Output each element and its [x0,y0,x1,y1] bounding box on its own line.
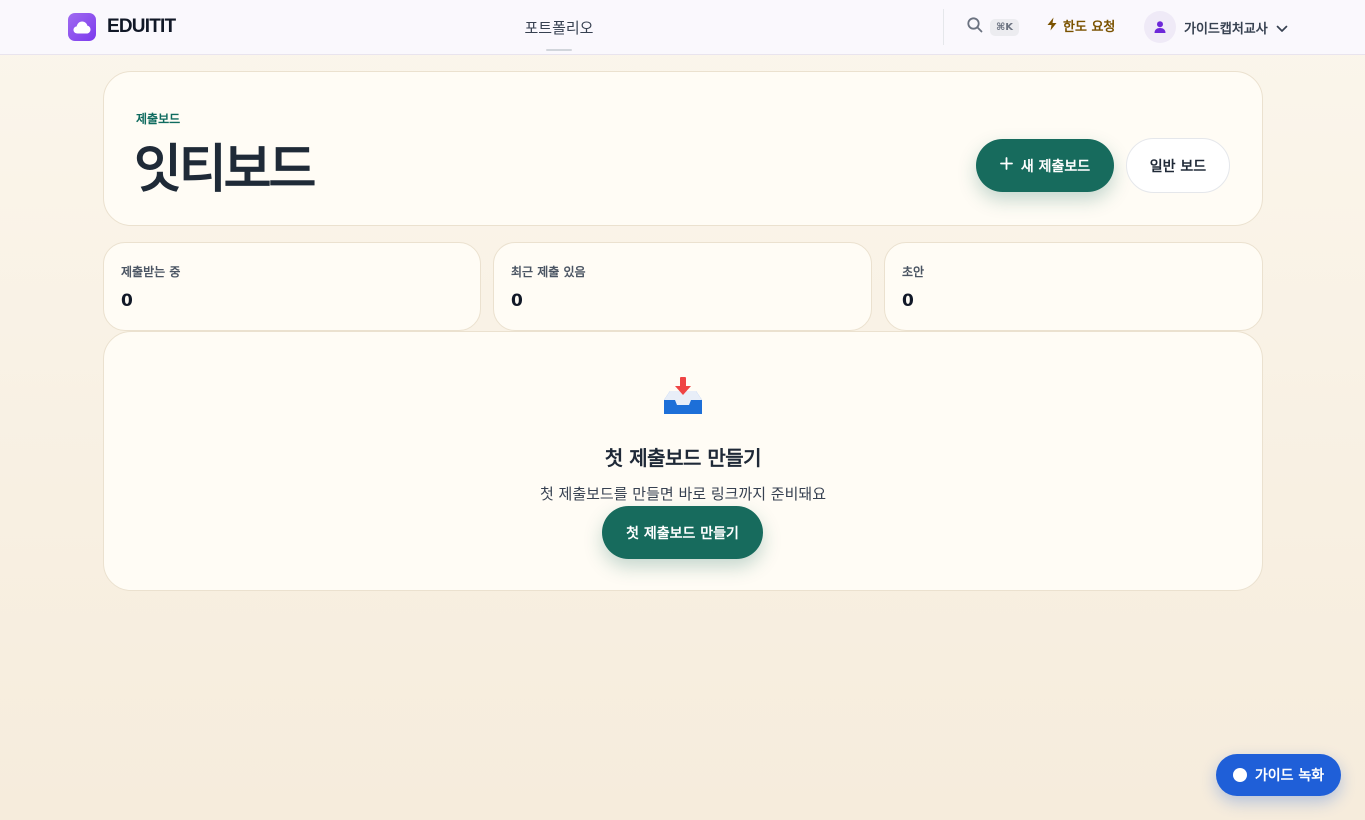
avatar [1144,11,1176,43]
user-icon [1154,21,1166,33]
new-submission-board-label: 새 제출보드 [1020,158,1091,175]
chevron-down-icon [1276,18,1288,37]
lightning-icon [1046,17,1058,35]
tab-indicator [546,49,572,51]
create-first-board-label: 첫 제출보드 만들기 [626,525,739,542]
guide-record-button[interactable]: 가이드 녹화 [1216,754,1341,796]
top-navigation-bar: EDUITIT 포트폴리오 ⌘K 한도 요청 가이드캡처교사 [0,0,1365,55]
empty-state-title: 첫 제출보드 만들기 [604,446,762,470]
cloud-logo-icon [68,13,96,41]
tab-portfolio[interactable]: 포트폴리오 [510,0,608,54]
new-submission-board-button[interactable]: 새 제출보드 [976,139,1114,192]
search-button[interactable]: ⌘K [966,16,1020,38]
logo[interactable]: EDUITIT [68,13,176,41]
stat-label: 제출받는 중 [121,265,181,279]
hero-card: 제출보드 잇티보드 새 제출보드 일반 보드 [103,71,1263,226]
stat-value: 0 [902,291,914,311]
quota-request-label: 한도 요청 [1063,20,1116,35]
stat-card-recent-submission: 최근 제출 있음 0 [493,242,872,331]
quota-request-button[interactable]: 한도 요청 [1046,16,1115,35]
empty-state-subtitle: 첫 제출보드를 만들면 바로 링크까지 준비돼요 [539,485,827,503]
user-menu-button[interactable]: 가이드캡처교사 [1144,11,1288,43]
stat-value: 0 [121,291,133,311]
search-shortcut-badge: ⌘K [990,18,1020,36]
stat-label: 최근 제출 있음 [511,265,586,279]
general-board-label: 일반 보드 [1149,158,1207,175]
empty-state-card: 첫 제출보드 만들기 첫 제출보드를 만들면 바로 링크까지 준비돼요 첫 제출… [103,331,1263,591]
guide-record-label: 가이드 녹화 [1254,768,1325,784]
search-icon [966,16,984,38]
page-eyebrow: 제출보드 [136,112,181,126]
user-name: 가이드캡처교사 [1184,21,1268,37]
record-dot-icon [1232,768,1247,782]
plus-icon [999,157,1013,174]
create-first-board-button[interactable]: 첫 제출보드 만들기 [602,506,763,559]
stat-value: 0 [511,291,523,311]
logo-text: EDUITIT [107,16,176,37]
stat-card-draft: 초안 0 [884,242,1263,331]
inbox-tray-icon [660,376,706,418]
stat-label: 초안 [902,265,925,279]
stat-card-receiving: 제출받는 중 0 [103,242,481,331]
general-board-button[interactable]: 일반 보드 [1126,138,1230,193]
header-divider [943,9,944,45]
page-title: 잇티보드 [134,140,316,200]
tab-portfolio-label: 포트폴리오 [524,18,594,37]
